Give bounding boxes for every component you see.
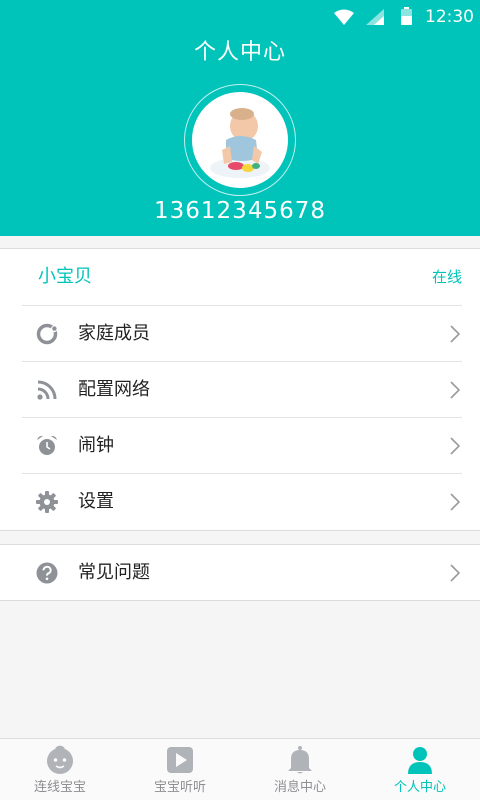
avatar[interactable]: [192, 92, 288, 188]
menu-item-alarm[interactable]: 闹钟: [22, 418, 462, 474]
status-bar: 12:30: [0, 0, 480, 34]
status-time: 12:30: [425, 7, 474, 27]
baby-face-icon: [47, 745, 73, 774]
phone-number: 13612345678: [154, 198, 326, 224]
menu-group: 小宝贝 在线 家庭成员 配置网络 闹钟 设置: [0, 248, 480, 531]
family-icon: [36, 323, 58, 345]
menu-item-family[interactable]: 家庭成员: [22, 306, 462, 362]
play-icon: [167, 747, 193, 773]
tab-label: 宝宝听听: [153, 780, 206, 795]
network-icon: [37, 380, 57, 400]
signal-icon: [366, 9, 384, 25]
profile-header: 12:30 个人中心 13612345678: [0, 0, 480, 236]
page-title: 个人中心: [193, 40, 286, 65]
question-icon: [36, 562, 58, 584]
menu-item-settings[interactable]: 设置: [22, 474, 462, 530]
chevron-right-icon: [450, 493, 460, 511]
chevron-right-icon: [450, 325, 460, 343]
menu-item-label: 常见问题: [78, 562, 150, 583]
tab-baby-listen[interactable]: 宝宝听听: [120, 739, 240, 800]
gear-icon: [36, 491, 58, 513]
tab-label: 连线宝宝: [33, 780, 86, 795]
bell-icon: [288, 746, 312, 774]
menu-item-faq[interactable]: 常见问题: [22, 545, 462, 601]
menu-item-label: 配置网络: [78, 379, 150, 400]
menu-item-label: 家庭成员: [78, 323, 150, 344]
menu-item-network[interactable]: 配置网络: [22, 362, 462, 418]
menu-item-label: 闹钟: [78, 435, 114, 456]
tab-messages[interactable]: 消息中心: [240, 739, 360, 800]
alarm-clock-icon: [37, 435, 57, 455]
tab-connect-baby[interactable]: 连线宝宝: [0, 739, 120, 800]
chevron-right-icon: [450, 564, 460, 582]
person-icon: [408, 747, 432, 774]
bottom-tab-bar: 连线宝宝 宝宝听听 消息中心 个人中心: [0, 738, 480, 800]
wifi-icon: [334, 9, 354, 25]
tab-profile[interactable]: 个人中心: [360, 739, 480, 800]
chevron-right-icon: [450, 381, 460, 399]
battery-icon: [401, 7, 412, 25]
baby-photo: [196, 96, 284, 184]
device-name: 小宝贝: [38, 266, 92, 287]
menu-item-label: 设置: [78, 491, 114, 512]
tab-label: 个人中心: [393, 780, 446, 795]
chevron-right-icon: [450, 437, 460, 455]
faq-group: 常见问题: [0, 544, 480, 601]
device-row[interactable]: 小宝贝 在线: [22, 249, 462, 306]
device-status: 在线: [431, 268, 462, 286]
tab-label: 消息中心: [273, 780, 326, 795]
